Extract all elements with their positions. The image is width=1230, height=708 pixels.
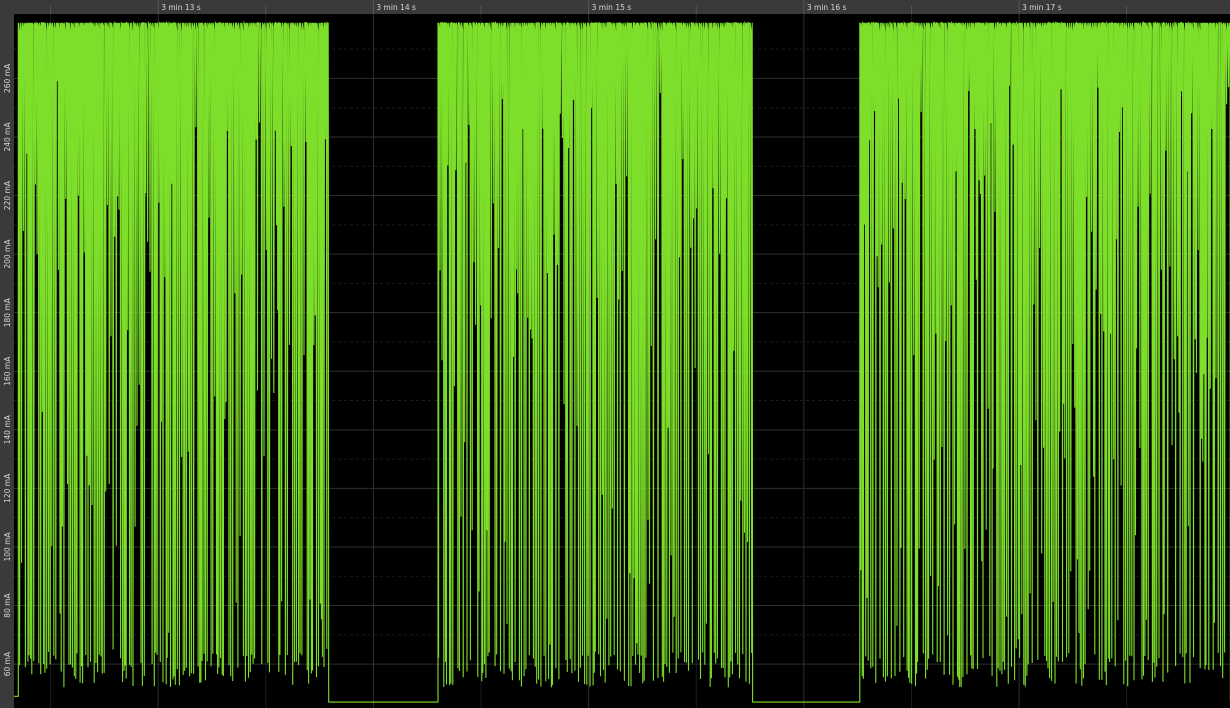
y-tick-label: 200 mA — [3, 239, 12, 269]
y-tick-label: 120 mA — [3, 473, 12, 503]
x-tick-label: 3 min 13 s — [161, 3, 201, 12]
y-tick-label: 60 mA — [3, 651, 12, 676]
chart-container: 3 min 13 s 3 min 14 s 3 min 15 s 3 min 16 s… — [0, 0, 1230, 708]
y-tick-label: 240 mA — [3, 122, 12, 152]
current-chart: 3 min 13 s 3 min 14 s 3 min 15 s 3 min 16 s… — [0, 0, 1230, 708]
y-tick-label: 260 mA — [3, 63, 12, 93]
y-tick-label: 100 mA — [3, 532, 12, 562]
y-tick-label: 220 mA — [3, 180, 12, 210]
x-tick-label: 3 min 14 s — [376, 3, 416, 12]
y-tick-label: 80 mA — [3, 592, 12, 617]
x-tick-label: 3 min 17 s — [1022, 3, 1062, 12]
y-tick-label: 140 mA — [3, 414, 12, 444]
y-tick-label: 180 mA — [3, 297, 12, 327]
y-tick-label: 160 mA — [3, 356, 12, 386]
x-tick-label: 3 min 16 s — [807, 3, 847, 12]
x-tick-label: 3 min 15 s — [592, 3, 632, 12]
